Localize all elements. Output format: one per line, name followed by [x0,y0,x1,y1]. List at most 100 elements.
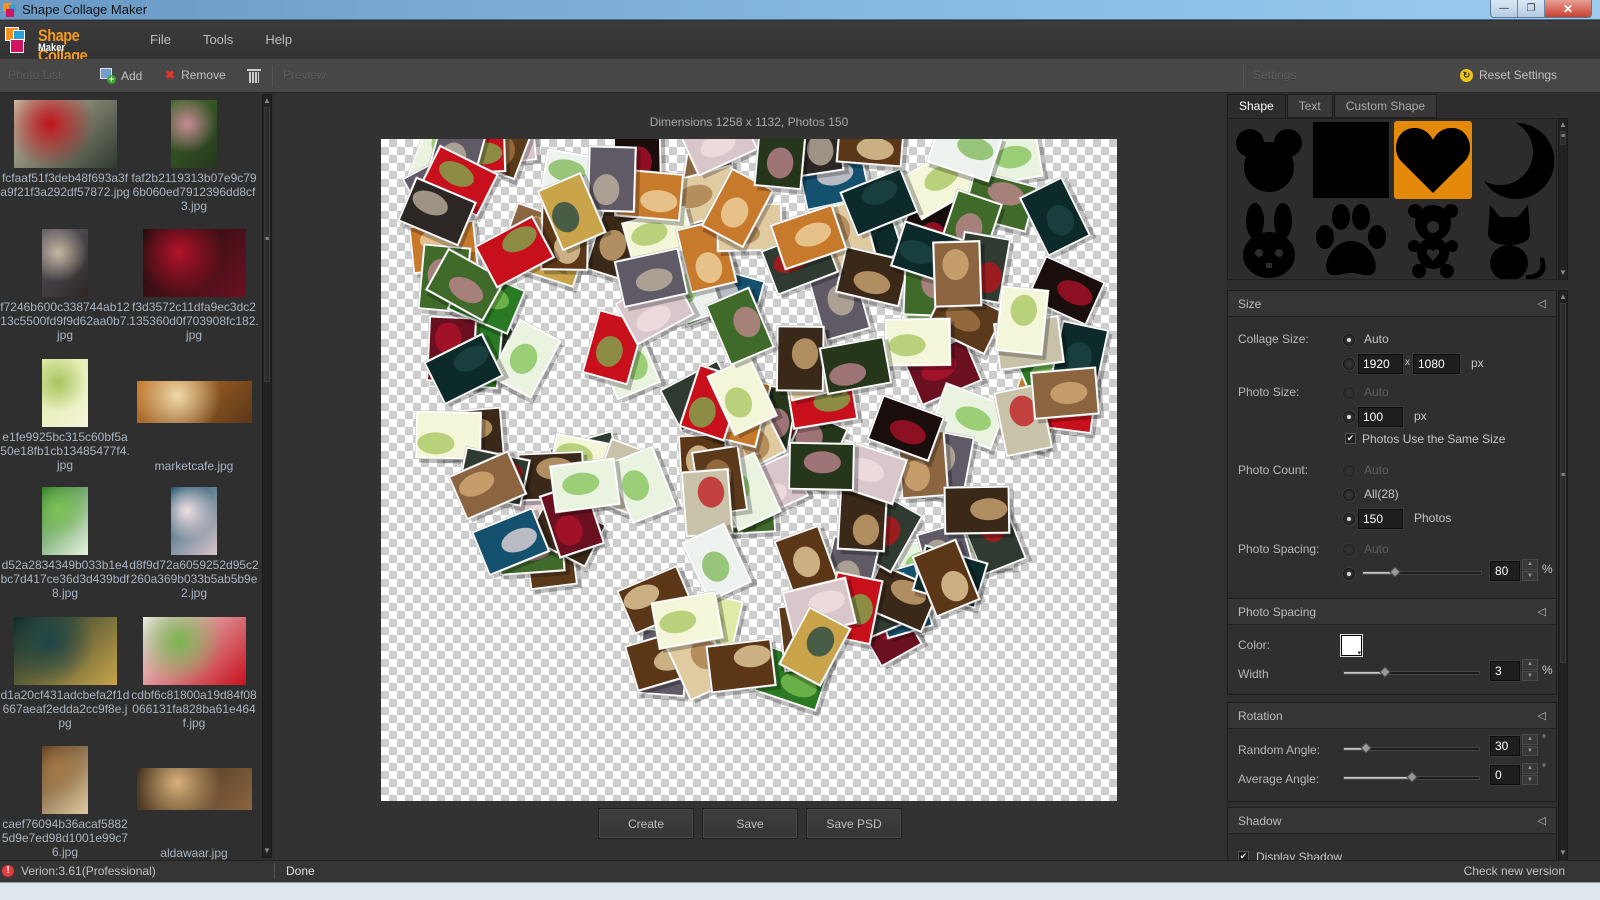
border-width-input[interactable]: 3 [1490,661,1520,681]
shadow-section-header[interactable]: Shadow ◁ [1228,808,1556,834]
photo-list-item[interactable]: d52a2834349b033b1e4bc7d417ce36d3d439bdf8… [0,487,130,600]
border-width-stepper[interactable]: ▲ ▼ [1522,659,1538,681]
photo-list-item[interactable]: aldawaar.jpg [129,746,259,860]
rotation-section-header[interactable]: Rotation ◁ [1228,703,1556,729]
spacing-input[interactable]: 80 [1490,561,1520,581]
spacing-slider[interactable] [1362,566,1482,578]
preview-button[interactable]: Preview [283,68,326,82]
collage-height-input[interactable]: 1080 [1413,354,1460,374]
shape-rabbit[interactable] [1230,202,1308,280]
step-up-icon[interactable]: ▲ [1522,559,1538,570]
random-angle-stepper[interactable]: ▲ ▼ [1522,734,1538,756]
photo-list-item[interactable]: f3d3572c11dfa9ec3dc2135360d0f703908fc182… [129,229,259,342]
step-up-icon[interactable]: ▲ [1522,763,1538,774]
save-button[interactable]: Save [702,808,798,839]
collage-size-auto-radio[interactable] [1343,334,1355,346]
average-angle-slider[interactable] [1343,771,1480,783]
shape-cat[interactable] [1476,202,1554,280]
scroll-up-icon[interactable]: ▲ [1559,119,1567,131]
photo-list-item[interactable]: cdbf6c81800a19d84f08066131fa828ba61e464f… [129,617,259,730]
average-angle-stepper[interactable]: ▲ ▼ [1522,763,1538,785]
slider-handle[interactable] [1378,666,1391,678]
tab-shape[interactable]: Shape [1227,94,1286,118]
collapse-icon[interactable]: ◁ [1538,291,1546,317]
save-psd-button[interactable]: Save PSD [806,808,902,839]
collapse-icon[interactable]: ◁ [1538,599,1546,625]
border-section-header[interactable]: Photo Spacing ◁ [1228,599,1556,625]
photo-list-item[interactable]: d1a20cf431adcbefa2f1d667aeaf2edda2cc9f8e… [0,617,130,730]
border-color-picker[interactable] [1341,635,1362,657]
step-down-icon[interactable]: ▼ [1522,774,1538,785]
photo-list-item[interactable]: caef76094b36acaf58825d9e7ed98d1001e99c76… [0,746,130,859]
minimize-button[interactable]: — [1491,0,1518,17]
step-up-icon[interactable]: ▲ [1522,659,1538,670]
menu-help[interactable]: Help [265,32,292,47]
photo-size-auto-radio[interactable] [1343,387,1355,399]
average-angle-input[interactable]: 0 [1490,765,1520,785]
photo-list-item[interactable]: d8f9d72a6059252d95c2260a369b033b5ab5b9e2… [129,487,259,600]
menu-file[interactable]: File [150,32,171,47]
border-width-slider[interactable] [1343,666,1480,678]
scrollbar-thumb[interactable]: ≡ [1560,131,1566,145]
photo-size-input[interactable]: 100 [1358,407,1403,427]
scrollbar-thumb[interactable]: ≡ [264,107,270,382]
restore-button[interactable]: ❐ [1518,0,1545,17]
collage-width-input[interactable]: 1920 [1358,354,1403,374]
menu-tools[interactable]: Tools [203,32,233,47]
scroll-down-icon[interactable]: ▼ [1559,267,1567,279]
scroll-up-icon[interactable]: ▲ [263,95,271,107]
scroll-up-icon[interactable]: ▲ [1559,291,1567,303]
scroll-down-icon[interactable]: ▼ [1559,847,1567,859]
step-down-icon[interactable]: ▼ [1522,670,1538,681]
tab-custom-shape[interactable]: Custom Shape [1333,94,1438,118]
photo-size-custom-radio[interactable] [1343,411,1355,423]
remove-button[interactable]: ✖ Remove [165,68,226,82]
count-auto-radio[interactable] [1343,465,1355,477]
clear-all-button[interactable] [247,69,261,83]
check-version-link[interactable]: Check new version [1464,864,1565,878]
shape-square[interactable] [1312,121,1390,199]
step-up-icon[interactable]: ▲ [1522,734,1538,745]
photo-count-input[interactable]: 150 [1358,509,1403,529]
spacing-auto-radio[interactable] [1343,544,1355,556]
photo-list-item[interactable]: marketcafe.jpg [129,359,259,473]
shape-moon[interactable] [1476,121,1554,199]
slider-handle[interactable] [1405,771,1418,783]
spacing-stepper[interactable]: ▲ ▼ [1522,559,1538,581]
same-size-checkbox[interactable]: ✔ [1345,433,1356,444]
reset-settings-button[interactable]: ↻ Reset Settings [1460,68,1557,82]
shape-heart[interactable] [1394,121,1472,199]
create-button[interactable]: Create [598,808,694,839]
step-down-icon[interactable]: ▼ [1522,745,1538,756]
random-angle-slider[interactable] [1343,742,1480,754]
collage-photo [1029,366,1105,424]
settings-scrollbar[interactable]: ▲ ≡ ▼ [1558,290,1568,860]
add-button[interactable]: + Add [100,68,142,84]
scrollbar-thumb[interactable]: ≡ [1560,303,1566,663]
collage-canvas[interactable] [381,139,1117,801]
photo-list-item[interactable]: faf2b2119313b07e9c796b060ed7912396dd8cf3… [129,100,259,213]
photo-list-scrollbar[interactable]: ▲ ≡ ▼ [262,94,272,858]
photo-list-item[interactable]: e1fe9925bc315c60bf5a50e18fb1cb13485477f4… [0,359,130,472]
tab-text[interactable]: Text [1286,94,1333,118]
step-down-icon[interactable]: ▼ [1522,570,1538,581]
slider-handle[interactable] [1359,742,1372,754]
shape-mouse[interactable] [1230,121,1308,199]
scroll-down-icon[interactable]: ▼ [263,845,271,857]
collapse-icon[interactable]: ◁ [1538,703,1546,729]
random-angle-input[interactable]: 30 [1490,736,1520,756]
photo-list-item[interactable]: f7246b600c338744ab1213c5500fd9f9d62aa0b7… [0,229,130,342]
collage-size-custom-radio[interactable] [1343,358,1355,370]
slider-handle[interactable] [1389,566,1401,578]
shape-grid-scrollbar[interactable]: ▲ ≡ ▼ [1558,118,1568,280]
spacing-custom-radio[interactable] [1343,568,1355,580]
close-button[interactable]: ✕ [1545,0,1591,17]
action-buttons: Create Save Save PSD [598,808,902,839]
count-custom-radio[interactable] [1343,513,1355,525]
count-all-radio[interactable] [1343,489,1355,501]
photo-list-item[interactable]: fcfaaf51f3deb48f693a3fa9f21f3a292df57872… [0,100,130,199]
collapse-icon[interactable]: ◁ [1538,808,1546,834]
size-section-header[interactable]: Size ◁ [1228,291,1556,317]
shape-paw[interactable] [1312,202,1390,280]
shape-bear[interactable] [1394,202,1472,280]
